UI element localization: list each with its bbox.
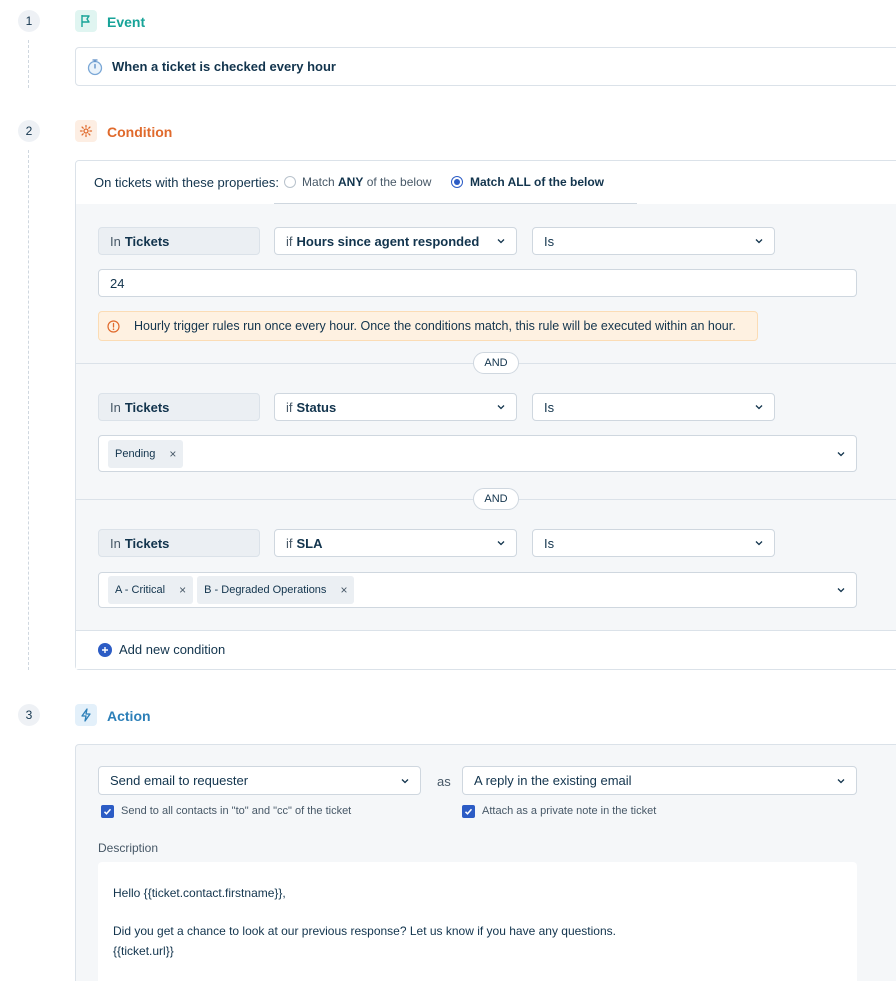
description-editor[interactable]: Hello {{ticket.contact.firstname}}, Did … [98,862,857,981]
chevron-down-icon [497,405,505,410]
close-icon[interactable]: × [179,583,186,597]
tag: Pending × [108,439,184,468]
close-icon[interactable]: × [340,583,347,597]
if-prefix: if [286,535,293,551]
tag-label: B - Degraded Operations [204,584,327,596]
operator-select[interactable]: Is [532,529,775,557]
operator-select[interactable]: Is [532,227,775,255]
chevron-down-icon [837,588,845,593]
in-tickets-field: In Tickets [98,393,260,421]
tag: A - Critical × [108,576,194,604]
match-all-label[interactable]: Match ALL of the below [470,175,604,189]
info-icon [107,319,120,333]
action-type-select[interactable]: Send email to requester [98,766,421,795]
as-label: as [437,774,451,789]
in-tickets-field: In Tickets [98,227,260,255]
step-title-action: Action [107,708,151,724]
field-value: Hours since agent responded [296,233,480,249]
chevron-down-icon [837,451,845,456]
description-label: Description [98,841,159,855]
match-any-strong: ANY [338,175,364,189]
info-banner: Hourly trigger rules run once every hour… [98,311,758,341]
and-separator: AND [473,352,519,374]
field-value: Status [296,399,337,415]
multi-select[interactable]: A - Critical × B - Degraded Operations × [98,572,857,608]
private-note-label: Attach as a private note in the ticket [482,805,657,817]
close-icon[interactable]: × [169,447,176,461]
step-connector [28,40,29,88]
radio-match-any[interactable] [284,176,296,188]
step-number-event: 1 [18,10,40,32]
in-prefix: In [110,233,121,249]
radio-match-all[interactable] [451,176,463,188]
info-text: Hourly trigger rules run once every hour… [134,319,736,333]
tag: B - Degraded Operations × [197,576,355,604]
and-separator: AND [473,488,519,510]
email-body-line: {{ticket.url}} [113,944,174,958]
send-all-contacts-label: Send to all contacts in "to" and "cc" of… [121,805,352,817]
reply-mode-select[interactable]: A reply in the existing email [462,766,857,795]
in-value: Tickets [124,535,170,551]
action-type-value: Send email to requester [110,773,249,788]
in-value: Tickets [124,233,170,249]
field-select[interactable]: if SLA [274,529,517,557]
stopwatch-icon [86,58,104,76]
checkbox-private-note[interactable] [462,805,475,818]
step-number-action: 3 [18,704,40,726]
tag-label: A - Critical [115,584,166,596]
check-icon [103,808,112,815]
if-prefix: if [286,233,293,249]
condition-intro: On tickets with these properties: [94,175,279,190]
if-prefix: if [286,399,293,415]
match-header-rest [636,161,896,204]
event-trigger-text: When a ticket is checked every hour [112,59,336,74]
field-select[interactable]: if Hours since agent responded [274,227,517,255]
add-condition-button[interactable]: Add new condition [98,642,225,657]
match-any-label[interactable]: Match ANY of the below [302,175,431,189]
field-value: SLA [296,535,323,551]
operator-value: Is [544,233,555,249]
match-any-suffix: of the below [363,175,432,189]
operator-select[interactable]: Is [532,393,775,421]
in-tickets-field: In Tickets [98,529,260,557]
match-any-prefix: Match [302,175,339,189]
chevron-down-icon [837,778,845,783]
operator-value: Is [544,399,555,415]
value-text: 24 [110,275,125,291]
chevron-down-icon [497,239,505,244]
step-connector [28,150,29,670]
chevron-down-icon [755,239,763,244]
in-prefix: In [110,399,121,415]
event-card[interactable]: When a ticket is checked every hour [75,47,896,86]
multi-select[interactable]: Pending × [98,435,857,472]
in-prefix: In [110,535,121,551]
email-body-line: Did you get a chance to look at our prev… [113,924,616,938]
add-condition-label: Add new condition [119,642,226,657]
gear-icon [75,120,97,142]
flag-icon [75,10,97,32]
plus-icon [98,642,112,657]
match-all-prefix: Match [470,175,508,189]
match-underline [274,203,637,204]
chevron-down-icon [755,405,763,410]
step-number-condition: 2 [18,120,40,142]
checkbox-send-all-contacts[interactable] [101,805,114,818]
reply-mode-value: A reply in the existing email [474,773,632,788]
step-title-condition: Condition [107,124,173,140]
in-value: Tickets [124,399,170,415]
value-input[interactable]: 24 [98,269,857,297]
field-select[interactable]: if Status [274,393,517,421]
chevron-down-icon [497,541,505,546]
email-body-line: Hello {{ticket.contact.firstname}}, [113,886,286,900]
operator-value: Is [544,535,555,551]
tag-label: Pending [115,447,156,460]
match-all-strong: ALL [507,175,531,189]
chevron-down-icon [755,541,763,546]
chevron-down-icon [401,778,409,783]
match-all-suffix: of the below [530,175,605,189]
step-title-event: Event [107,14,146,30]
check-icon [464,808,473,815]
lightning-icon [75,704,97,726]
